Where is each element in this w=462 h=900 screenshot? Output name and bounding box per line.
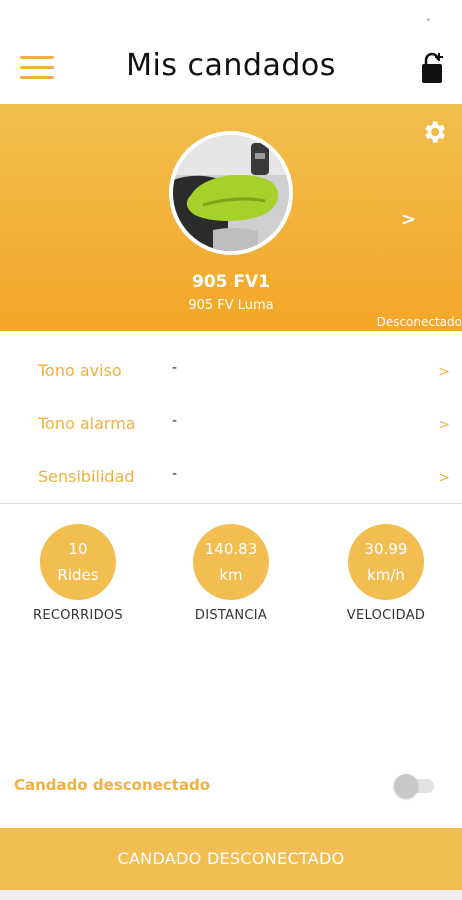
chevron-right-icon: > bbox=[438, 470, 450, 486]
stat-value: 10 bbox=[68, 540, 88, 558]
stat-value: 30.99 bbox=[364, 540, 408, 558]
setting-row-tono-alarma[interactable]: Tono alarma - > bbox=[0, 396, 462, 449]
status-bar bbox=[0, 0, 462, 30]
stat-distance: 140.83 km DISTANCIA bbox=[161, 504, 301, 623]
disconnected-button[interactable]: CANDADO DESCONECTADO bbox=[0, 828, 462, 890]
settings-list: Tono aviso - > Tono alarma - > Sensibili… bbox=[0, 331, 462, 504]
stat-speed: 30.99 km/h VELOCIDAD bbox=[316, 504, 456, 623]
stat-circle: 140.83 km bbox=[193, 524, 269, 600]
lock-name: 905 FV1 bbox=[191, 272, 270, 292]
stat-rides: 10 Rides RECORRIDOS bbox=[8, 504, 148, 623]
setting-row-sensibilidad[interactable]: Sensibilidad - > bbox=[0, 449, 462, 502]
connection-status: Desconectado bbox=[376, 315, 462, 329]
setting-row-tono-aviso[interactable]: Tono aviso - > bbox=[0, 343, 462, 396]
chevron-right-icon: > bbox=[438, 364, 450, 380]
setting-value: - bbox=[172, 413, 178, 429]
stats-panel: 10 Rides RECORRIDOS 140.83 km DISTANCIA … bbox=[0, 504, 462, 644]
status-dot bbox=[427, 18, 430, 21]
app-bar: Mis candados bbox=[0, 30, 462, 104]
page-title: Mis candados bbox=[126, 48, 336, 83]
stat-unit: km/h bbox=[367, 566, 405, 584]
lock-model: 905 FV Luma bbox=[188, 298, 274, 313]
stat-unit: Rides bbox=[57, 566, 99, 584]
toggle-thumb[interactable] bbox=[394, 774, 418, 798]
setting-value: - bbox=[172, 360, 178, 376]
chevron-right-icon[interactable]: > bbox=[401, 209, 416, 230]
lock-avatar[interactable] bbox=[169, 131, 293, 255]
chevron-right-icon: > bbox=[438, 417, 450, 433]
navigation-bar-strip bbox=[0, 890, 462, 900]
lock-header: > 905 FV1 905 FV Luma Desconectado bbox=[0, 104, 462, 331]
setting-label: Tono alarma bbox=[38, 414, 136, 433]
stat-unit: km bbox=[219, 566, 243, 584]
stat-caption: RECORRIDOS bbox=[33, 608, 123, 623]
lock-add-icon[interactable] bbox=[420, 52, 444, 84]
setting-label: Sensibilidad bbox=[38, 467, 135, 486]
setting-label: Tono aviso bbox=[38, 361, 122, 380]
stat-circle: 30.99 km/h bbox=[348, 524, 424, 600]
stat-caption: DISTANCIA bbox=[194, 608, 268, 623]
connection-toggle-row: Candado desconectado bbox=[0, 766, 462, 806]
connection-toggle[interactable] bbox=[394, 772, 436, 798]
toggle-label: Candado desconectado bbox=[14, 776, 211, 794]
stat-caption: VELOCIDAD bbox=[346, 608, 426, 623]
stat-value: 140.83 bbox=[204, 540, 258, 558]
setting-value: - bbox=[172, 466, 178, 482]
gear-icon[interactable] bbox=[420, 118, 448, 146]
lock-image bbox=[173, 135, 289, 251]
stat-circle: 10 Rides bbox=[40, 524, 116, 600]
